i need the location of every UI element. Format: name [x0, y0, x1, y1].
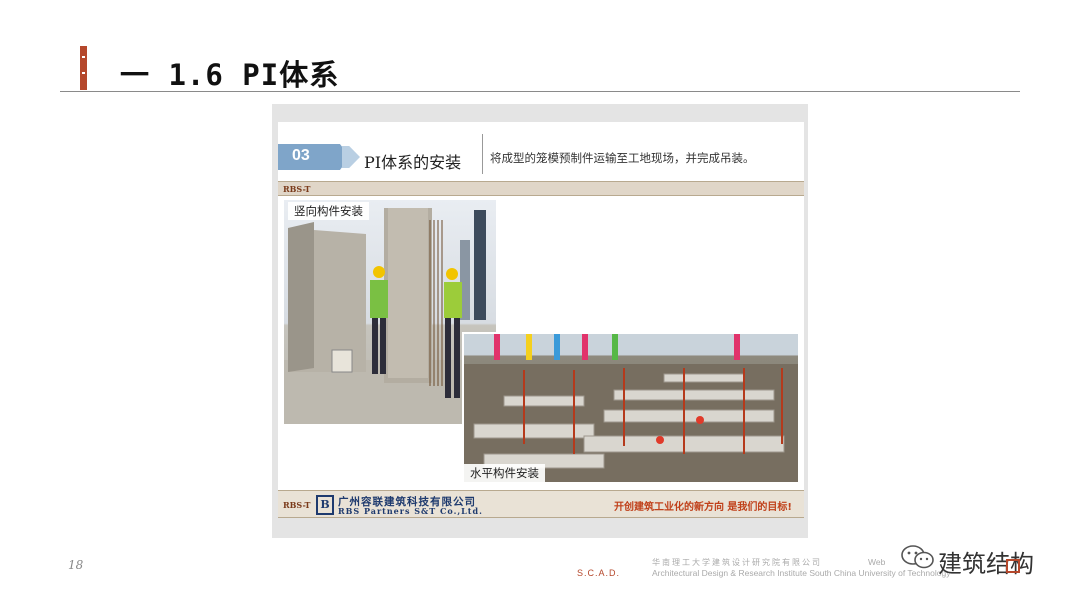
- company-name-en: RBS Partners S&T Co.,Ltd.: [338, 506, 483, 516]
- page-number: 18: [68, 558, 84, 572]
- scad-label: S.C.A.D.: [577, 568, 621, 578]
- vertical-photo-caption: 竖向构件安装: [288, 202, 369, 220]
- company-logo-icon: B: [316, 495, 334, 515]
- company-slogan: 开创建筑工业化的新方向 是我们的目标!: [613, 502, 792, 513]
- wechat-icon: [901, 545, 934, 569]
- step-description: 将成型的笼模预制件运输至工地现场，并完成吊装。: [490, 151, 755, 165]
- header-band: RBS-T: [278, 181, 804, 196]
- web-label: Web: [868, 557, 886, 567]
- slide-title: 一 1.6 PI体系: [120, 58, 340, 92]
- footer-band-logo: RBS-T: [283, 500, 311, 510]
- title-accent-bar: [80, 46, 87, 90]
- photo-horizontal-installation: 水平构件安装: [462, 332, 800, 484]
- step-tab: 03: [278, 144, 350, 170]
- title-divider: [60, 91, 1020, 92]
- step-divider: [482, 134, 483, 174]
- footer-band: RBS-T B 广州容联建筑科技有限公司 RBS Partners S&T Co…: [278, 490, 804, 518]
- corner-logo-icon: [1006, 559, 1020, 573]
- horizontal-photo-caption: 水平构件安装: [464, 464, 545, 482]
- horizontal-installation-illustration: [464, 334, 798, 482]
- step-title: PI体系的安装: [364, 153, 462, 172]
- step-arrow-icon: [342, 146, 360, 168]
- step-number: 03: [292, 147, 310, 164]
- embedded-slide: 03 PI体系的安装 将成型的笼模预制件运输至工地现场，并完成吊装。 RBS-T: [278, 122, 804, 518]
- band-logo: RBS-T: [283, 184, 311, 194]
- institute-name-cn: 华南理工大学建筑设计研究院有限公司: [652, 558, 822, 567]
